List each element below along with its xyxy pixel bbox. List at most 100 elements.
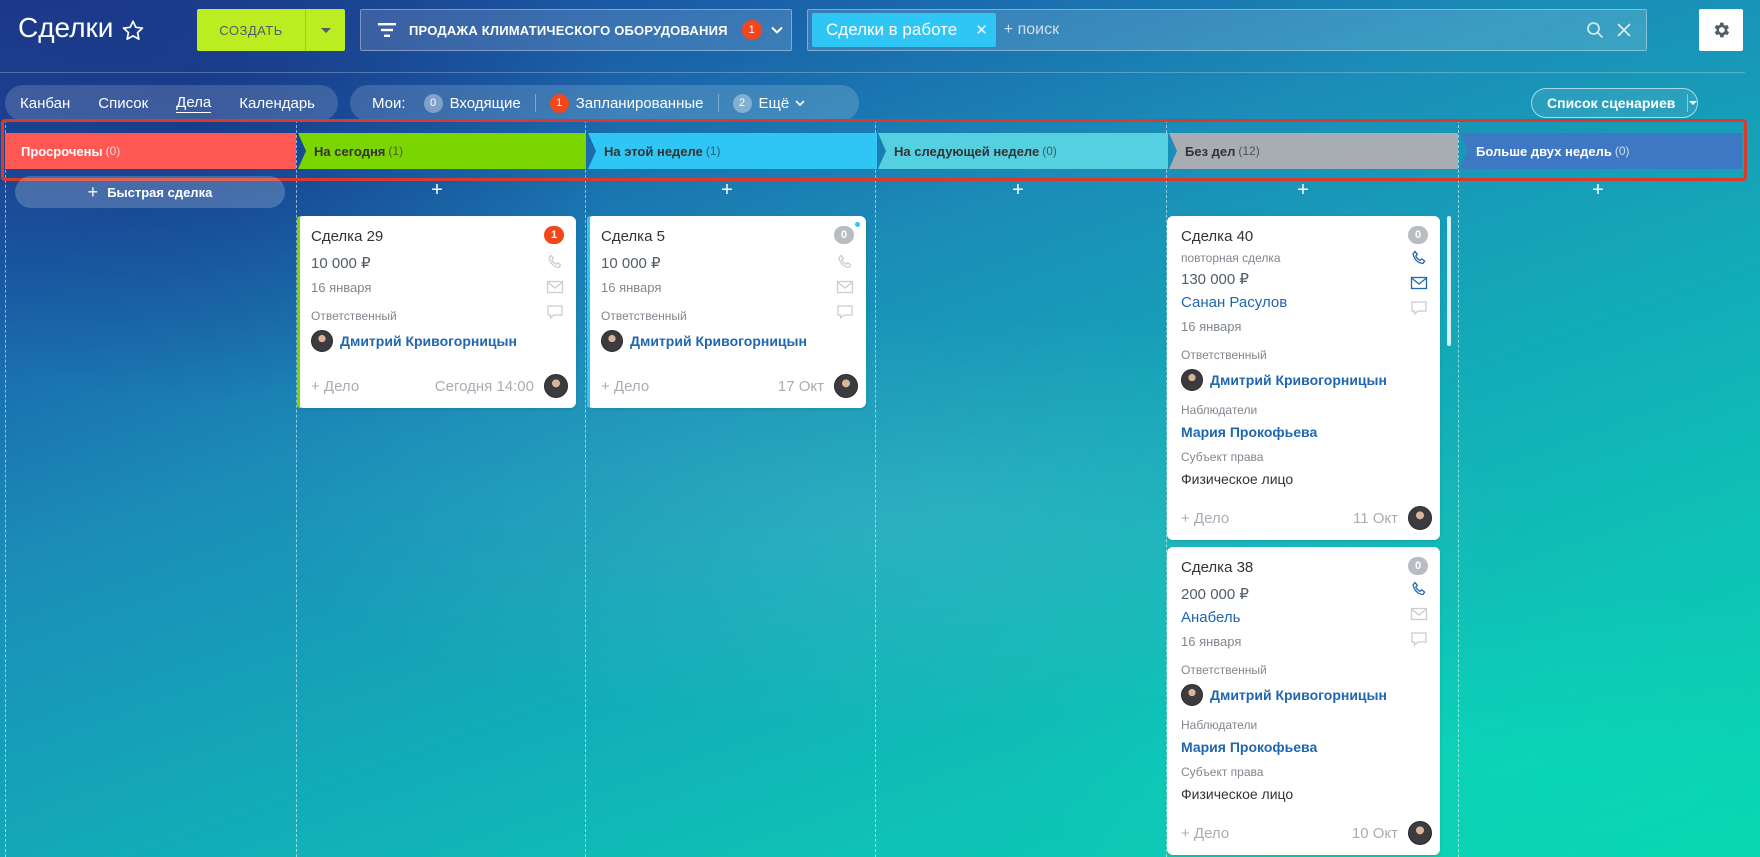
responsible-person[interactable]: Дмитрий Кривогорницын	[601, 330, 852, 352]
filter-chip-label: Сделки в работе	[826, 20, 958, 39]
view-kanban[interactable]: Канбан	[20, 95, 70, 112]
chat-icon[interactable]	[1410, 631, 1428, 647]
responsible-label: Ответственный	[311, 309, 397, 323]
deal-title[interactable]: Сделка 29	[311, 228, 562, 245]
deal-title[interactable]: Сделка 40	[1181, 228, 1426, 245]
deal-title[interactable]: Сделка 38	[1181, 559, 1426, 576]
view-calendar[interactable]: Календарь	[239, 95, 315, 112]
responsible-person[interactable]: Дмитрий Кривогорницын	[1181, 684, 1426, 706]
create-button[interactable]: СОЗДАТЬ	[197, 9, 345, 51]
quick-deal-label: Быстрая сделка	[107, 184, 213, 200]
filter-search-box[interactable]: Сделки в работе ✕	[807, 9, 1647, 51]
avatar	[544, 374, 568, 398]
add-deal-plus-icon[interactable]: +	[1293, 180, 1313, 200]
client-name[interactable]: Санан Расулов	[1181, 294, 1426, 311]
phone-icon[interactable]	[1410, 581, 1428, 597]
column-scrollbar[interactable]	[1447, 216, 1451, 346]
close-icon[interactable]	[1616, 22, 1632, 38]
card-actions	[836, 254, 854, 320]
responsible-label: Ответственный	[1181, 348, 1267, 362]
create-dropdown-button[interactable]	[305, 9, 345, 51]
add-activity-link[interactable]: + Дело	[601, 378, 649, 395]
avatar	[1181, 684, 1203, 706]
avatar	[311, 330, 333, 352]
more-label: Ещё	[758, 94, 790, 112]
search-input[interactable]	[995, 13, 1586, 47]
search-icon[interactable]	[1586, 21, 1604, 39]
my-label: Мои:	[372, 94, 406, 112]
filter-chip[interactable]: Сделки в работе ✕	[812, 13, 996, 47]
pipeline-name: ПРОДАЖА КЛИМАТИЧЕСКОГО ОБОРУДОВАНИЯ	[409, 22, 728, 38]
observer-name[interactable]: Мария Прокофьева	[1181, 424, 1426, 440]
mail-icon[interactable]	[836, 279, 854, 295]
chat-icon[interactable]	[1410, 300, 1428, 316]
separator	[717, 94, 719, 112]
client-name[interactable]: Анабель	[1181, 609, 1426, 626]
column-divider	[875, 120, 876, 857]
chevron-down-icon	[770, 26, 783, 34]
card-footer: + Дело 10 Окт	[1181, 821, 1432, 845]
responsible-name: Дмитрий Кривогорницын	[1210, 687, 1387, 703]
add-deal-plus-icon[interactable]: +	[1588, 180, 1608, 200]
deal-card[interactable]: Сделка 38 0 200 000 ₽ Анабель 16 января …	[1167, 547, 1440, 855]
deal-card[interactable]: Сделка 40 0 повторная сделка 130 000 ₽ С…	[1167, 216, 1440, 540]
observer-name[interactable]: Мария Прокофьева	[1181, 739, 1426, 755]
create-button-label: СОЗДАТЬ	[219, 22, 283, 38]
phone-icon[interactable]	[1410, 250, 1428, 266]
incoming-count: 0	[423, 93, 443, 113]
add-activity-link[interactable]: + Дело	[311, 378, 359, 395]
card-footer: + Дело 11 Окт	[1181, 506, 1432, 530]
phone-icon[interactable]	[546, 254, 564, 270]
mail-icon[interactable]	[1410, 275, 1428, 291]
activity-time: Сегодня 14:00	[434, 377, 534, 395]
pipeline-selector[interactable]: ПРОДАЖА КЛИМАТИЧЕСКОГО ОБОРУДОВАНИЯ 1	[360, 9, 792, 51]
deal-card[interactable]: Сделка 29 1 10 000 ₽ 16 января Ответстве…	[297, 216, 576, 408]
activity-counter: 1	[544, 226, 564, 244]
chat-icon[interactable]	[546, 304, 564, 320]
mail-icon[interactable]	[1410, 606, 1428, 622]
settings-button[interactable]	[1699, 9, 1743, 51]
add-activity-link[interactable]: + Дело	[1181, 510, 1229, 527]
chat-icon[interactable]	[836, 304, 854, 320]
view-list[interactable]: Список	[98, 95, 148, 112]
avatar	[601, 330, 623, 352]
subject-label: Субъект права	[1181, 765, 1264, 779]
observers-label: Наблюдатели	[1181, 718, 1258, 732]
deal-amount: 10 000 ₽	[601, 255, 661, 272]
chevron-down-icon	[795, 100, 805, 107]
scenarios-button[interactable]: Список сценариев	[1531, 88, 1698, 118]
deal-title[interactable]: Сделка 5	[601, 228, 852, 245]
responsible-person[interactable]: Дмитрий Кривогорницын	[311, 330, 562, 352]
responsible-person[interactable]: Дмитрий Кривогорницын	[1181, 369, 1426, 391]
star-icon[interactable]	[120, 18, 146, 44]
deal-card[interactable]: Сделка 5 0 10 000 ₽ 16 января Ответствен…	[587, 216, 866, 408]
incoming-label: Входящие	[449, 94, 521, 112]
remove-filter-icon[interactable]: ✕	[975, 21, 988, 39]
responsible-name: Дмитрий Кривогорницын	[630, 333, 807, 349]
avatar	[1408, 821, 1432, 845]
add-deal-plus-icon[interactable]: +	[1008, 180, 1028, 200]
deal-subtitle: повторная сделка	[1181, 251, 1281, 265]
subject-value: Физическое лицо	[1181, 786, 1294, 802]
add-deal-plus-icon[interactable]: +	[717, 180, 737, 200]
add-activity-link[interactable]: + Дело	[1181, 825, 1229, 842]
scenarios-dropdown[interactable]	[1688, 101, 1697, 105]
view-activities[interactable]: Дела	[176, 94, 212, 113]
more-filter[interactable]: 2 Ещё	[732, 93, 807, 113]
deal-amount: 130 000 ₽	[1181, 271, 1249, 288]
my-counters-bar: Мои: 0 Входящие 1 Запланированные 2 Ещё	[350, 85, 859, 121]
column-divider	[585, 120, 586, 857]
planned-filter[interactable]: 1 Запланированные	[549, 93, 704, 113]
quick-deal-button[interactable]: + Быстрая сделка	[15, 176, 285, 208]
planned-count: 1	[549, 93, 569, 113]
card-actions	[1410, 250, 1428, 316]
incoming-filter[interactable]: 0 Входящие	[423, 93, 521, 113]
subject-label: Субъект права	[1181, 450, 1264, 464]
add-deal-plus-icon[interactable]: +	[427, 180, 447, 200]
phone-icon[interactable]	[836, 254, 854, 270]
card-stage-stripe	[587, 216, 590, 408]
card-stage-stripe	[297, 216, 300, 408]
mail-icon[interactable]	[546, 279, 564, 295]
deal-date: 16 января	[1181, 634, 1242, 649]
card-actions	[546, 254, 564, 320]
